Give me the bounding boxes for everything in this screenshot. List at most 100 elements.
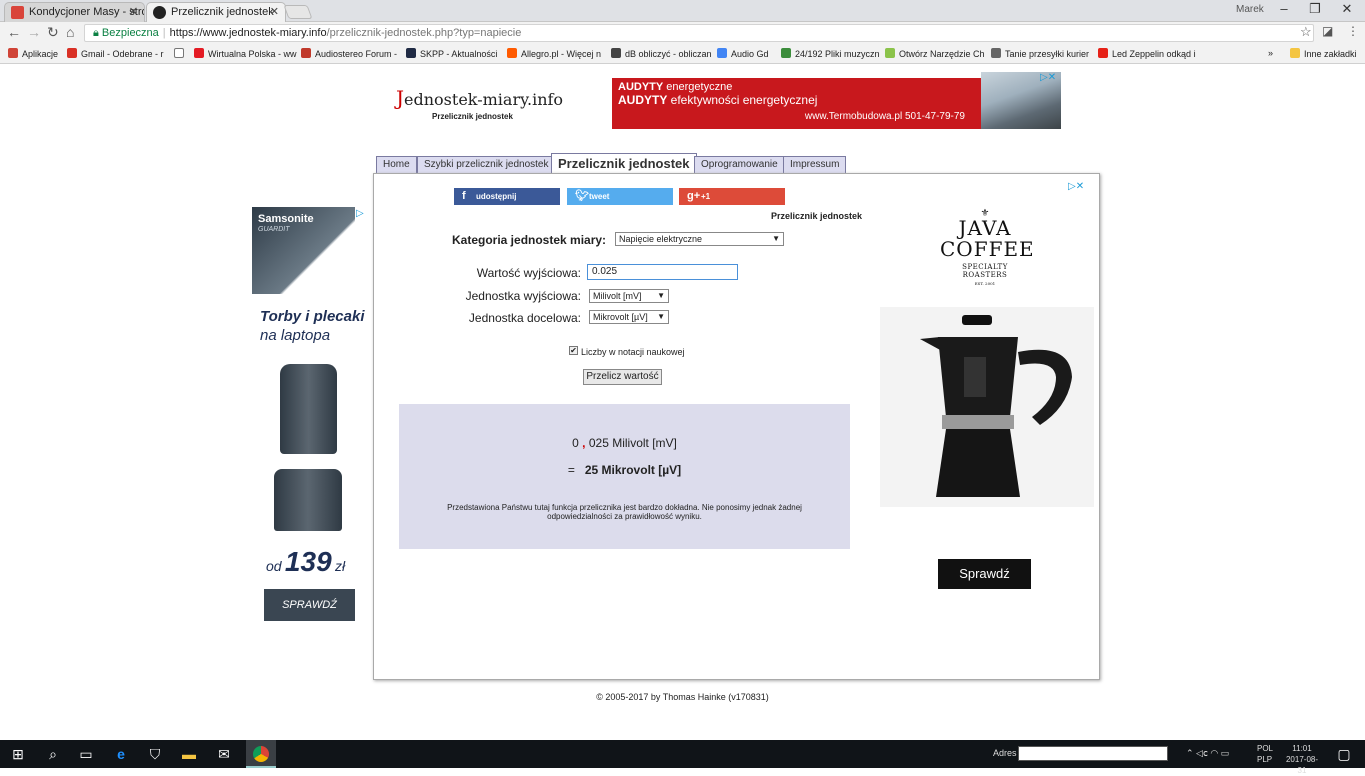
bookmark-star-icon[interactable]: ☆ [1300,24,1312,40]
bookmark-favicon-icon [301,48,311,58]
browser-tab-2[interactable]: Przelicznik jednostek ✕ [146,2,286,22]
chevron-down-icon: ▼ [772,234,780,243]
bookmark-item[interactable]: Audiostereo Forum - [301,48,397,59]
menu-icon[interactable]: ⋮ [1347,24,1359,38]
bookmark-item[interactable]: Tanie przesyłki kurier [991,48,1089,59]
forward-icon[interactable]: → [27,24,41,40]
profile-name[interactable]: Marek [1236,4,1264,15]
bookmark-item[interactable]: Otwórz Narzędzie Ch [885,48,985,59]
tab-home[interactable]: Home [376,156,417,174]
bookmark-item[interactable]: Aplikacje [8,48,58,59]
maximize-icon[interactable]: ❐ [1301,1,1329,17]
left-skyscraper-ad[interactable]: Samsonite GUARDIT Torby i plecaki na lap… [252,207,364,622]
new-tab-button[interactable] [283,5,313,19]
bookmarks-overflow-icon[interactable]: » [1268,48,1273,58]
bookmark-item[interactable]: Allegro.pl - Więcej n [507,48,601,59]
site-favicon-icon [153,6,166,19]
bookmark-favicon-icon [507,48,517,58]
site-favicon-icon [11,6,24,19]
scientific-notation-checkbox[interactable]: ✔ [569,346,578,355]
tab-software[interactable]: Oprogramowanie [694,156,785,174]
tab-converter[interactable]: Przelicznik jednostek [551,153,697,174]
chrome-taskbar-button[interactable] [246,740,276,768]
browser-toolbar: ← → ↻ ⌂ 🔒︎ Bezpieczna | https://www.jednos… [0,22,1365,44]
start-value-input[interactable]: 0.025 [587,264,738,280]
close-window-icon[interactable]: ✕ [1333,1,1361,17]
bookmark-favicon-icon [174,48,184,58]
bookmark-item[interactable]: Wirtualna Polska - ww [194,48,297,59]
category-select[interactable]: Napięcie elektryczne ▼ [615,232,784,246]
minimize-icon[interactable]: – [1270,1,1298,16]
windows-taskbar: ⊞ ⌕ ▭ e ⛉ ▬ ✉ Adres ⌃ ◁ⅽ ◠ ▭ POL PLP 11:0… [0,740,1365,775]
reload-icon[interactable]: ↻ [47,24,59,41]
bookmark-item[interactable]: 24/192 Pliki muzyczn [781,48,880,59]
result-box: 0 , 025 Milivolt [mV] = 25 Mikrovolt [µV… [399,404,850,549]
adchoices-icon[interactable]: ▷ [356,208,364,219]
browser-tab-1[interactable]: Kondycjoner Masy - stro ✕ [4,2,145,22]
ad-cta-button[interactable]: Sprawdź [938,559,1031,589]
twitter-icon: 🐦︎ [575,190,589,202]
site-logo[interactable]: Jednostek-miary.info [396,86,563,110]
bookmark-item[interactable]: Inne zakładki [1290,48,1357,59]
language-indicator[interactable]: POL PLP [1257,743,1273,765]
bookmark-item[interactable]: Led Zeppelin odkąd i [1098,48,1196,59]
start-unit-select[interactable]: Milivolt [mV] ▼ [589,289,669,303]
bookmark-favicon-icon [781,48,791,58]
facebook-icon: f [462,190,466,202]
bookmarks-bar: Aplikacje Gmail - Odebrane - r Wirtualna P… [0,44,1365,64]
bookmark-favicon-icon [717,48,727,58]
bookmark-item[interactable] [174,48,188,59]
scientific-notation-label: Liczby w notacji naukowej [581,347,685,357]
bookmark-item[interactable]: SKPP - Aktualności [406,48,497,59]
ad-headline: Torby i plecaki [260,308,365,325]
store-icon[interactable]: ⛉ [147,746,163,762]
adchoices-icon[interactable]: ▷✕ [1040,72,1056,83]
bookmark-favicon-icon [1098,48,1108,58]
bookmark-item[interactable]: Audio Gd [717,48,769,59]
start-value-label: Wartość wyjściowa: [476,266,581,280]
bookmark-favicon-icon [885,48,895,58]
edge-icon[interactable]: e [113,746,129,762]
mail-icon[interactable]: ✉ [216,746,232,762]
task-view-icon[interactable]: ▭ [78,746,94,762]
convert-button[interactable]: Przelicz wartość [583,369,662,385]
back-icon[interactable]: ← [7,24,21,40]
tab-quick-converter[interactable]: Szybki przelicznik jednostek [417,156,556,174]
right-coffee-ad[interactable]: ⚜ JAVA COFFEE SPECIALTY ROASTERS EST. 20… [880,182,1094,610]
system-tray[interactable]: ⌃ ◁ⅽ ◠ ▭ [1186,748,1229,759]
backpack-image [280,364,337,454]
home-icon[interactable]: ⌂ [66,24,74,40]
facebook-share-button[interactable]: f udostępnij [454,188,560,205]
ad-cta-button[interactable]: SPRAWDŹ [264,589,355,621]
top-banner-ad[interactable]: AUDYTY energetyczne AUDYTY efektywności … [612,78,983,129]
bookmark-favicon-icon [991,48,1001,58]
tab-title: Kondycjoner Masy - stro [29,6,145,18]
tab-impressum[interactable]: Impressum [783,156,847,174]
search-icon[interactable]: ⌕ [45,746,61,762]
twitter-share-button[interactable]: 🐦︎tweet [567,188,673,205]
chrome-icon [253,746,269,762]
bookmark-favicon-icon [8,48,18,58]
bookmark-favicon-icon [67,48,77,58]
tab-title: Przelicznik jednostek [171,6,274,18]
close-tab-icon[interactable]: ✕ [270,3,279,22]
address-bar[interactable]: 🔒︎ Bezpieczna | https://www.jednostek-miar… [84,24,1314,42]
bookmark-item[interactable]: dB obliczyć - obliczan [611,48,712,59]
bookmark-favicon-icon [611,48,621,58]
notifications-icon[interactable]: ▢ [1336,746,1352,762]
target-unit-select[interactable]: Mikrovolt [µV] ▼ [589,310,669,324]
extension-icon[interactable]: ◪ [1322,24,1333,38]
close-tab-icon[interactable]: ✕ [129,3,138,22]
ad-price: od 139 zł [266,546,346,577]
address-toolbar-input[interactable] [1018,746,1168,761]
clock[interactable]: 11:01 2017-08-31 [1282,743,1322,776]
laptop-bag-image [274,469,342,531]
address-toolbar-label: Adres [993,748,1017,758]
url-host: https://www.jednostek-miary.info [169,27,327,39]
file-explorer-icon[interactable]: ▬ [181,746,197,762]
disclaimer-text: Przedstawiona Państwu tutaj funkcja prze… [447,503,802,521]
windows-start-icon[interactable]: ⊞ [10,746,26,762]
gplus-share-button[interactable]: g++1 [679,188,785,205]
bookmark-item[interactable]: Gmail - Odebrane - r [67,48,164,59]
bookmark-favicon-icon [406,48,416,58]
